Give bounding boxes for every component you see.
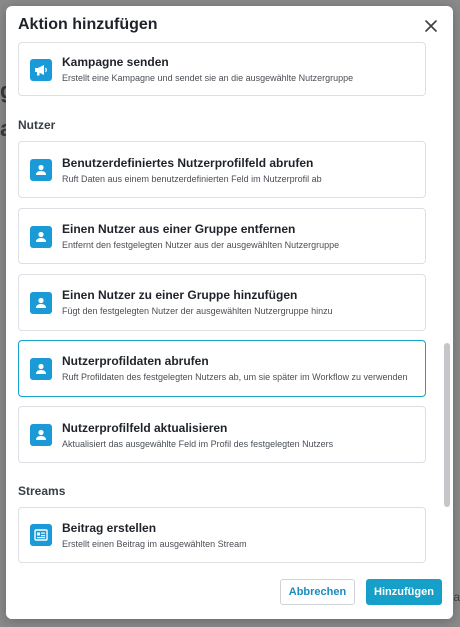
add-action-dialog: Aktion hinzufügen Kampagne senden Erstel…	[6, 6, 453, 619]
dialog-header: Aktion hinzufügen	[6, 6, 453, 46]
action-card-title: Benutzerdefiniertes Nutzerprofilfeld abr…	[62, 156, 314, 170]
action-card-add-user-to-group[interactable]: Einen Nutzer zu einer Gruppe hinzufügen …	[18, 274, 426, 331]
action-card-update-profile-field[interactable]: Nutzerprofilfeld aktualisieren Aktualisi…	[18, 406, 426, 463]
action-card-description: Ruft Daten aus einem benutzerdefinierten…	[62, 174, 322, 184]
section-label-users: Nutzer	[18, 118, 56, 132]
action-card-title: Nutzerprofildaten abrufen	[62, 354, 209, 368]
dialog-footer: Abbrechen Hinzufügen	[6, 567, 453, 619]
action-card-remove-user-from-group[interactable]: Einen Nutzer aus einer Gruppe entfernen …	[18, 208, 426, 264]
action-card-create-post[interactable]: Beitrag erstellen Erstellt einen Beitrag…	[18, 507, 426, 563]
action-card-description: Erstellt einen Beitrag im ausgewählten S…	[62, 539, 247, 549]
close-icon[interactable]	[423, 18, 439, 34]
action-card-description: Aktualisiert das ausgewählte Feld im Pro…	[62, 439, 334, 449]
background-fragment: a	[453, 590, 460, 604]
action-card-title: Einen Nutzer aus einer Gruppe entfernen	[62, 222, 296, 236]
action-card-title: Nutzerprofilfeld aktualisieren	[62, 421, 228, 435]
action-card-title: Beitrag erstellen	[62, 521, 157, 535]
action-card-title: Einen Nutzer zu einer Gruppe hinzufügen	[62, 288, 298, 302]
scrollbar-thumb[interactable]	[444, 343, 450, 507]
action-card-description: Entfernt den festgelegten Nutzer aus der…	[62, 240, 340, 250]
action-card-send-campaign[interactable]: Kampagne senden Erstellt eine Kampagne u…	[18, 42, 426, 96]
megaphone-icon	[30, 59, 52, 81]
user-icon	[30, 292, 52, 314]
user-icon	[30, 226, 52, 248]
action-card-get-custom-profile-field[interactable]: Benutzerdefiniertes Nutzerprofilfeld abr…	[18, 141, 426, 198]
post-card-icon	[30, 524, 52, 546]
action-card-description: Ruft Profildaten des festgelegten Nutzer…	[62, 372, 408, 382]
dialog-title: Aktion hinzufügen	[18, 16, 158, 33]
action-card-get-user-profile-data[interactable]: Nutzerprofildaten abrufen Ruft Profildat…	[18, 340, 426, 397]
section-label-streams: Streams	[18, 484, 66, 498]
user-icon	[30, 424, 52, 446]
action-card-description: Fügt den festgelegten Nutzer der ausgewä…	[62, 306, 333, 316]
add-button[interactable]: Hinzufügen	[366, 579, 442, 605]
user-icon	[30, 358, 52, 380]
action-card-description: Erstellt eine Kampagne und sendet sie an…	[62, 73, 354, 83]
user-icon	[30, 159, 52, 181]
cancel-button[interactable]: Abbrechen	[280, 579, 355, 605]
action-card-title: Kampagne senden	[62, 55, 169, 69]
action-list-scroll-area[interactable]: Kampagne senden Erstellt eine Kampagne u…	[6, 42, 453, 567]
